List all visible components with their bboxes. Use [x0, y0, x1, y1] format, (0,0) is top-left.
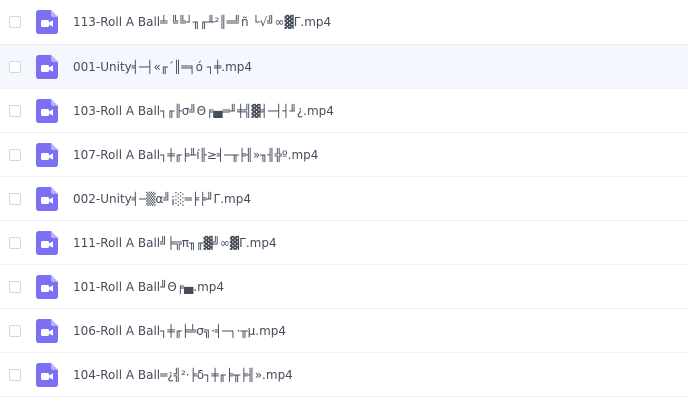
- row-checkbox[interactable]: [9, 192, 21, 205]
- video-file-icon: [36, 186, 58, 211]
- row-checkbox[interactable]: [9, 236, 21, 249]
- row-checkbox[interactable]: [9, 280, 21, 293]
- file-row[interactable]: 103-Roll A Ball┐╓╟σ╝Θ╒▄═╜╪╣▓╡─┤┤╜¿.mp4: [0, 89, 688, 133]
- file-row[interactable]: 111-Roll A Ball╝╞╦π╖╓▓╝∞▓Γ.mp4: [0, 221, 688, 265]
- file-row[interactable]: 104-Roll A Ball═¿╣²·╞δ┐╪╓╞╥╞╢».mp4: [0, 353, 688, 397]
- file-name[interactable]: 001-Unity╡─┤«╓´║═╕ó ┐╪.mp4: [73, 60, 252, 74]
- file-name[interactable]: 113-Roll A Ball╧ ╚╚┘╖╓╨²║═╝ñ └√╝∞▓Γ.mp4: [73, 15, 331, 29]
- video-file-icon: [36, 10, 58, 34]
- file-name[interactable]: 103-Roll A Ball┐╓╟σ╝Θ╒▄═╜╪╣▓╡─┤┤╜¿.mp4: [73, 104, 334, 118]
- file-name[interactable]: 106-Roll A Ball┐╪╓╞╧σ╗·╡─┐·╥µ.mp4: [73, 324, 286, 338]
- video-file-icon: [36, 98, 58, 123]
- row-checkbox[interactable]: [9, 368, 21, 381]
- row-checkbox[interactable]: [9, 104, 21, 117]
- file-row[interactable]: 107-Roll A Ball┐╪╓╞╨í╟≥╡─╥╞╢»╖╢╬º.mp4: [0, 133, 688, 177]
- file-list: 113-Roll A Ball╧ ╚╚┘╖╓╨²║═╝ñ └√╝∞▓Γ.mp4 …: [0, 0, 688, 402]
- video-file-icon: [36, 274, 58, 299]
- row-checkbox[interactable]: [9, 16, 21, 28]
- file-row[interactable]: 101-Roll A Ball╜Θ╒▄.mp4: [0, 265, 688, 309]
- file-row[interactable]: 001-Unity╡─┤«╓´║═╕ó ┐╪.mp4: [0, 45, 688, 89]
- video-file-icon: [36, 230, 58, 255]
- file-row[interactable]: 002-Unity╡─▒α╝¡░═╞╞╜Γ.mp4: [0, 177, 688, 221]
- row-checkbox[interactable]: [9, 148, 21, 161]
- row-checkbox[interactable]: [9, 324, 21, 337]
- file-name[interactable]: 111-Roll A Ball╝╞╦π╖╓▓╝∞▓Γ.mp4: [73, 236, 277, 250]
- video-file-icon: [36, 142, 58, 167]
- file-name[interactable]: 101-Roll A Ball╜Θ╒▄.mp4: [73, 280, 224, 294]
- file-name[interactable]: 002-Unity╡─▒α╝¡░═╞╞╜Γ.mp4: [73, 192, 251, 206]
- row-checkbox[interactable]: [9, 60, 21, 73]
- file-row[interactable]: 113-Roll A Ball╧ ╚╚┘╖╓╨²║═╝ñ └√╝∞▓Γ.mp4: [0, 0, 688, 45]
- video-file-icon: [36, 362, 58, 387]
- file-name[interactable]: 104-Roll A Ball═¿╣²·╞δ┐╪╓╞╥╞╢».mp4: [73, 368, 293, 382]
- video-file-icon: [36, 54, 58, 79]
- file-row[interactable]: 106-Roll A Ball┐╪╓╞╧σ╗·╡─┐·╥µ.mp4: [0, 309, 688, 353]
- file-name[interactable]: 107-Roll A Ball┐╪╓╞╨í╟≥╡─╥╞╢»╖╢╬º.mp4: [73, 148, 318, 162]
- video-file-icon: [36, 318, 58, 343]
